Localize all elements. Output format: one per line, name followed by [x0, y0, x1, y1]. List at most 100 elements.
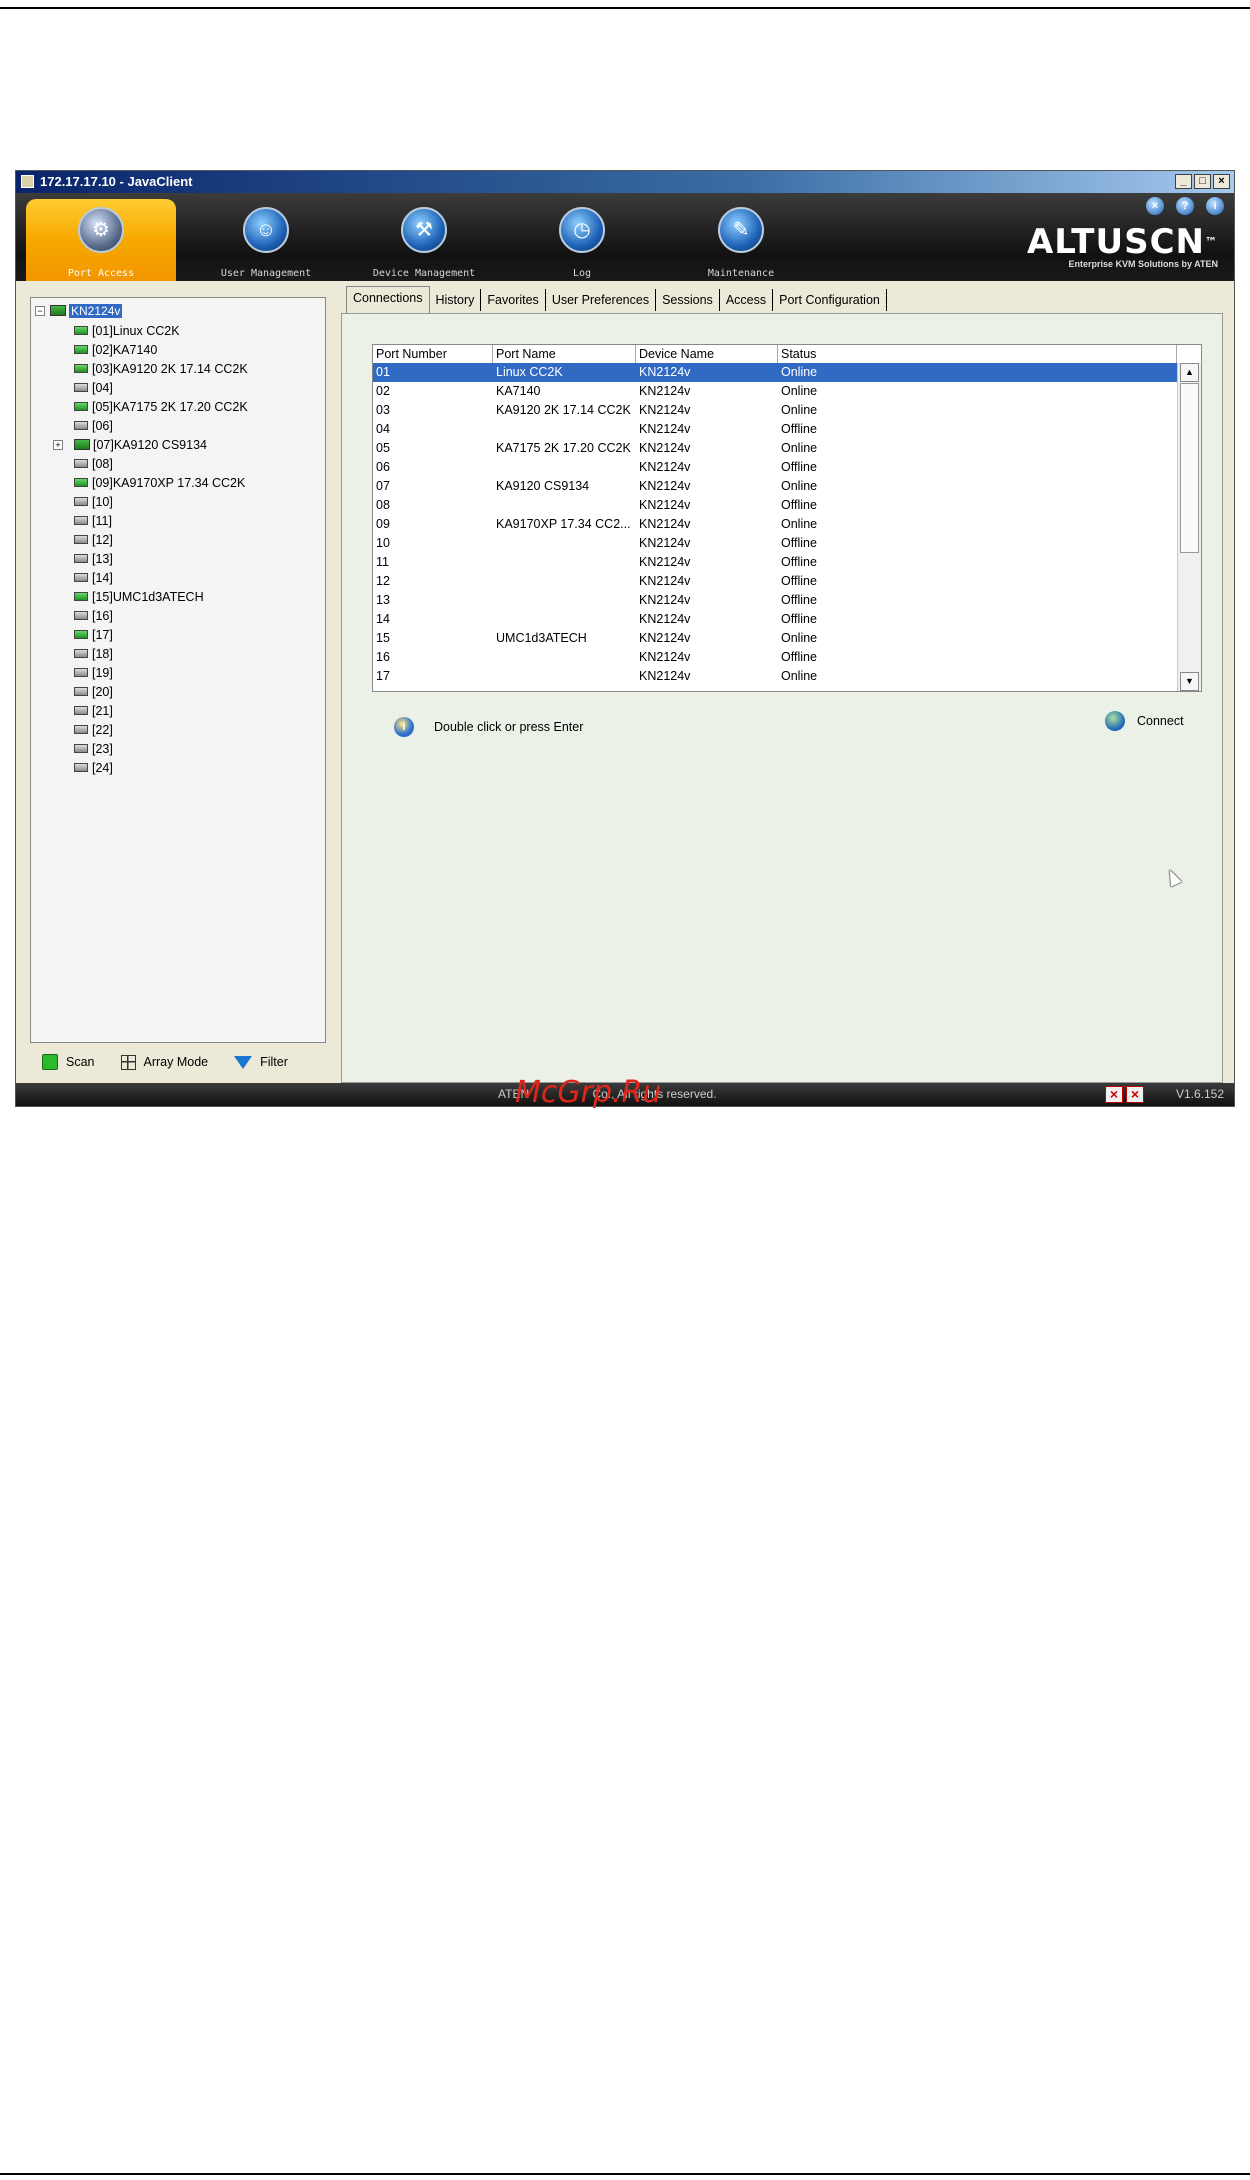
- column-header-port-number[interactable]: Port Number: [373, 345, 493, 363]
- table-row[interactable]: 13 KN2124v Offline: [373, 591, 1177, 610]
- cascaded-switch-icon: [74, 439, 90, 450]
- table-row[interactable]: 04 KN2124v Offline: [373, 420, 1177, 439]
- tree-port-item[interactable]: [10]: [74, 492, 248, 511]
- port-label: [19]: [92, 665, 113, 680]
- tree-port-item[interactable]: [09]KA9170XP 17.34 CC2K: [74, 473, 248, 492]
- tree-port-item[interactable]: [13]: [74, 549, 248, 568]
- cell-device-name: KN2124v: [639, 498, 691, 512]
- table-row[interactable]: 01 Linux CC2K KN2124v Online: [373, 363, 1177, 382]
- table-row[interactable]: 03 KA9120 2K 17.14 CC2K KN2124v Online: [373, 401, 1177, 420]
- window-controls: _ □ ×: [1175, 174, 1230, 189]
- nav-log[interactable]: ◷ Log: [507, 193, 657, 281]
- connect-icon: [1105, 711, 1125, 731]
- tree-port-item[interactable]: [16]: [74, 606, 248, 625]
- cell-port-number: 07: [376, 479, 390, 493]
- column-header-status[interactable]: Status: [778, 345, 1177, 363]
- table-row[interactable]: 05 KA7175 2K 17.20 CC2K KN2124v Online: [373, 439, 1177, 458]
- table-row[interactable]: 12 KN2124v Offline: [373, 572, 1177, 591]
- keyboard-status-icon[interactable]: ×: [1105, 1086, 1123, 1103]
- cell-status: Online: [781, 669, 818, 683]
- table-row[interactable]: 17 KN2124v Online: [373, 667, 1177, 686]
- tree-port-item[interactable]: [15]UMC1d3ATECH: [74, 587, 248, 606]
- port-tree-list: [01]Linux CC2K [02]KA7140 [03]KA9120 2K …: [53, 321, 248, 777]
- scroll-down-icon[interactable]: ▼: [1180, 672, 1199, 691]
- cell-port-name: [493, 667, 636, 686]
- tab-access[interactable]: Access: [720, 289, 774, 311]
- tree-port-item[interactable]: [05]KA7175 2K 17.20 CC2K: [74, 397, 248, 416]
- logout-icon[interactable]: ×: [1146, 197, 1164, 215]
- table-row[interactable]: 02 KA7140 KN2124v Online: [373, 382, 1177, 401]
- column-header-device-name[interactable]: Device Name: [636, 345, 778, 363]
- cell-port-name: KA9120 CS9134: [496, 479, 590, 493]
- tree-port-item[interactable]: [03]KA9120 2K 17.14 CC2K: [74, 359, 248, 378]
- help-icon[interactable]: ?: [1176, 197, 1194, 215]
- info-icon[interactable]: i: [1206, 197, 1224, 215]
- tree-port-item[interactable]: [01]Linux CC2K: [74, 321, 248, 340]
- table-row[interactable]: 10 KN2124v Offline: [373, 534, 1177, 553]
- cell-device-name: KN2124v: [639, 593, 691, 607]
- tree-port-item[interactable]: [02]KA7140: [74, 340, 248, 359]
- tree-port-item[interactable]: [08]: [74, 454, 248, 473]
- cell-port-number: 11: [376, 555, 389, 569]
- expand-icon[interactable]: +: [53, 439, 63, 450]
- minimize-button[interactable]: _: [1175, 174, 1192, 189]
- nav-device-management[interactable]: ⚒ Device Management: [349, 193, 499, 281]
- tree-port-item[interactable]: [11]: [74, 511, 248, 530]
- tab-history[interactable]: History: [430, 289, 482, 311]
- scan-button[interactable]: Scan: [42, 1054, 95, 1070]
- tree-port-item[interactable]: [06]: [74, 416, 248, 435]
- table-row[interactable]: 15 UMC1d3ATECH KN2124v Online: [373, 629, 1177, 648]
- table-row[interactable]: 09 KA9170XP 17.34 CC2... KN2124v Online: [373, 515, 1177, 534]
- tab-connections[interactable]: Connections: [346, 286, 430, 313]
- array-mode-button[interactable]: Array Mode: [120, 1054, 208, 1070]
- port-label: [09]KA9170XP 17.34 CC2K: [92, 475, 246, 490]
- nav-maintenance[interactable]: ✎ Maintenance: [666, 193, 816, 281]
- table-row[interactable]: 16 KN2124v Offline: [373, 648, 1177, 667]
- cell-port-name: [493, 591, 636, 610]
- tree-port-item[interactable]: [21]: [74, 701, 248, 720]
- table-row[interactable]: 11 KN2124v Offline: [373, 553, 1177, 572]
- maximize-button[interactable]: □: [1194, 174, 1211, 189]
- tree-port-item[interactable]: [18]: [74, 644, 248, 663]
- cell-port-name: [493, 610, 636, 629]
- port-offline-icon: [74, 459, 88, 468]
- tree-port-item[interactable]: [17]: [74, 625, 248, 644]
- scroll-up-icon[interactable]: ▲: [1180, 363, 1199, 382]
- tab-sessions[interactable]: Sessions: [656, 289, 720, 311]
- cell-device-name: KN2124v: [639, 441, 691, 455]
- port-label: [11]: [92, 513, 112, 528]
- mouse-status-icon[interactable]: ×: [1126, 1086, 1144, 1103]
- tree-port-item[interactable]: [12]: [74, 530, 248, 549]
- title-bar[interactable]: 172.17.17.10 - JavaClient _ □ ×: [16, 171, 1234, 193]
- table-scrollbar[interactable]: ▲ ▼: [1177, 363, 1201, 691]
- column-header-port-name[interactable]: Port Name: [493, 345, 636, 363]
- table-row[interactable]: 06 KN2124v Offline: [373, 458, 1177, 477]
- tree-port-item[interactable]: [24]: [74, 758, 248, 777]
- collapse-icon[interactable]: −: [35, 305, 45, 316]
- tree-port-item[interactable]: [19]: [74, 663, 248, 682]
- port-label: [15]UMC1d3ATECH: [92, 589, 204, 604]
- cell-port-number: 01: [376, 365, 390, 379]
- tab-port-configuration[interactable]: Port Configuration: [773, 289, 887, 311]
- tree-port-item[interactable]: [22]: [74, 720, 248, 739]
- nav-user-management[interactable]: ☺ User Management: [191, 193, 341, 281]
- tab-user-preferences[interactable]: User Preferences: [546, 289, 657, 311]
- port-offline-icon: [74, 554, 88, 563]
- scroll-thumb[interactable]: [1180, 383, 1199, 553]
- cell-port-number: 03: [376, 403, 390, 417]
- tree-root[interactable]: − KN2124v: [35, 302, 123, 319]
- table-row[interactable]: 08 KN2124v Offline: [373, 496, 1177, 515]
- tree-port-item[interactable]: [04]: [74, 378, 248, 397]
- table-row[interactable]: 07 KA9120 CS9134 KN2124v Online: [373, 477, 1177, 496]
- tree-port-item[interactable]: [14]: [74, 568, 248, 587]
- tree-port-item[interactable]: [23]: [74, 739, 248, 758]
- tree-port-item[interactable]: + [07]KA9120 CS9134: [53, 435, 248, 454]
- connect-button[interactable]: Connect: [1105, 711, 1184, 731]
- nav-port-access[interactable]: ⚙ Port Access: [26, 199, 176, 281]
- close-button[interactable]: ×: [1213, 174, 1230, 189]
- filter-button[interactable]: Filter: [234, 1055, 288, 1069]
- tree-port-item[interactable]: [20]: [74, 682, 248, 701]
- cell-port-number: 15: [376, 631, 390, 645]
- tab-favorites[interactable]: Favorites: [481, 289, 546, 311]
- table-row[interactable]: 14 KN2124v Offline: [373, 610, 1177, 629]
